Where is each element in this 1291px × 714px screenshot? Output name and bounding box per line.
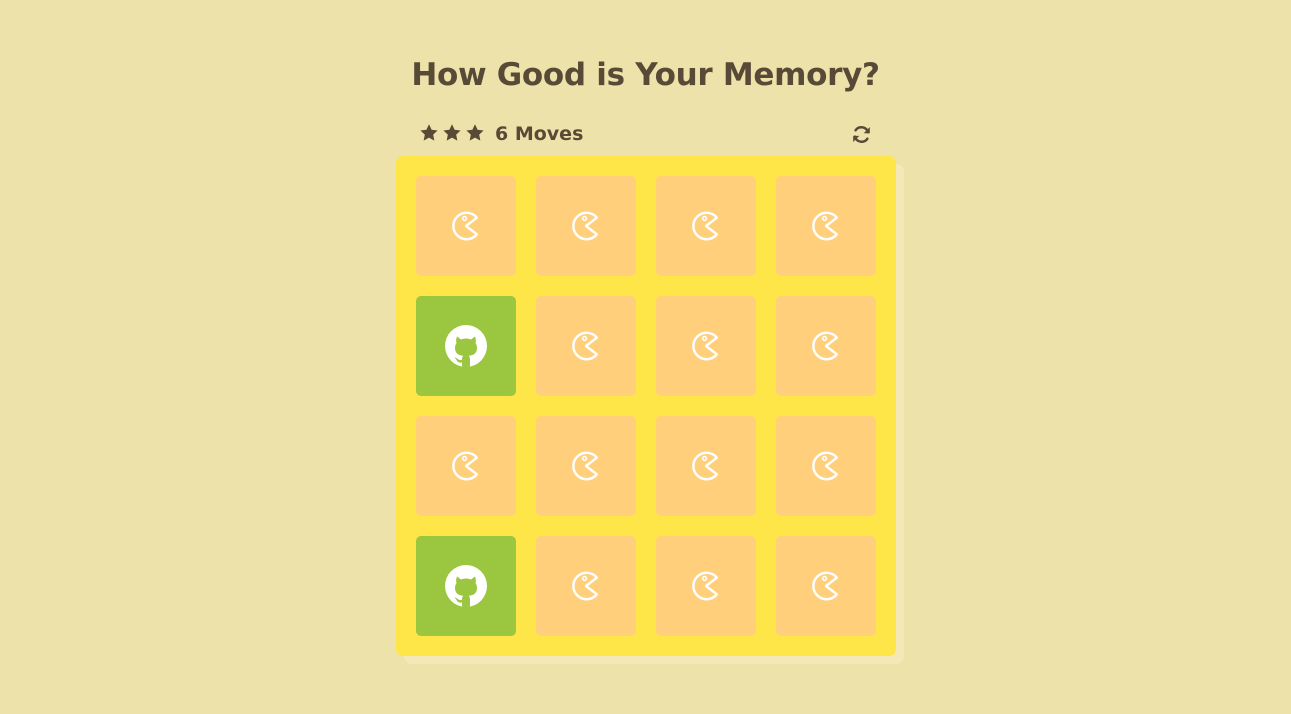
game-page: How Good is Your Memory? 6 Moves — [0, 0, 1291, 714]
star-icon — [466, 124, 484, 141]
hidden-card[interactable] — [776, 536, 876, 636]
moves-counter: 6 Moves — [495, 123, 584, 145]
pacman-icon — [812, 571, 839, 601]
pacman-icon — [572, 211, 599, 241]
pacman-icon — [572, 331, 599, 361]
hidden-card[interactable] — [536, 536, 636, 636]
star-icon — [420, 124, 438, 141]
pacman-icon — [572, 451, 599, 481]
hidden-card[interactable] — [416, 176, 516, 276]
hidden-card[interactable] — [656, 296, 756, 396]
hidden-card[interactable] — [776, 176, 876, 276]
hidden-card[interactable] — [656, 176, 756, 276]
hidden-card[interactable] — [656, 416, 756, 516]
pacman-icon — [692, 331, 719, 361]
github-icon — [445, 565, 487, 607]
pacman-icon — [452, 211, 479, 241]
refresh-icon — [853, 126, 870, 143]
pacman-icon — [572, 571, 599, 601]
hidden-card[interactable] — [536, 416, 636, 516]
matched-card[interactable] — [416, 536, 516, 636]
star-rating — [419, 123, 485, 143]
hidden-card[interactable] — [416, 416, 516, 516]
restart-button[interactable] — [851, 124, 872, 145]
pacman-icon — [692, 211, 719, 241]
hidden-card[interactable] — [776, 416, 876, 516]
pacman-icon — [692, 451, 719, 481]
hidden-card[interactable] — [776, 296, 876, 396]
matched-card[interactable] — [416, 296, 516, 396]
pacman-icon — [452, 451, 479, 481]
hidden-card[interactable] — [656, 536, 756, 636]
pacman-icon — [812, 331, 839, 361]
pacman-icon — [812, 211, 839, 241]
hidden-card[interactable] — [536, 296, 636, 396]
page-title: How Good is Your Memory? — [411, 57, 880, 93]
pacman-icon — [692, 571, 719, 601]
github-icon — [445, 325, 487, 367]
card-deck — [396, 156, 896, 656]
star-icon — [443, 124, 461, 141]
hidden-card[interactable] — [536, 176, 636, 276]
pacman-icon — [812, 451, 839, 481]
score-panel: 6 Moves — [419, 120, 874, 150]
